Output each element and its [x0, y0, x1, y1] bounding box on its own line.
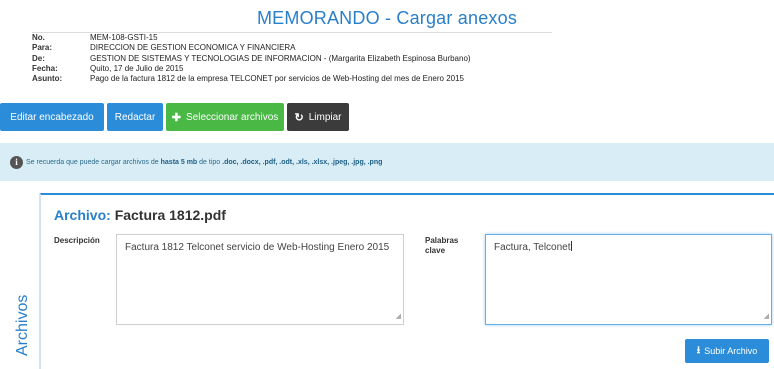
- memo-value: MEM-108-GSTI-15: [90, 33, 158, 42]
- memo-header: No. MEM-108-GSTI-15 Para: DIRECCION DE G…: [32, 32, 552, 84]
- alert-size: hasta 5 mb: [160, 158, 198, 166]
- alert-types: .doc, .docx, .pdf, .odt, .xls, .xlsx, .j…: [222, 158, 383, 166]
- memo-label: No.: [32, 33, 45, 42]
- text-caret: [570, 241, 572, 251]
- refresh-icon: ↻: [294, 111, 304, 124]
- file-name: Factura 1812.pdf: [114, 207, 226, 223]
- description-value: Factura 1812 Telconet servicio de Web-Ho…: [125, 242, 390, 253]
- clear-label: Limpiar: [308, 111, 342, 123]
- file-title-prefix: Archivo:: [54, 207, 111, 223]
- file-title: Archivo: Factura 1812.pdf: [54, 207, 226, 223]
- memo-row-number: No. MEM-108-GSTI-15: [32, 33, 552, 43]
- keywords-label-line1: Palabras: [425, 236, 459, 245]
- upload-file-button[interactable]: ⭳ Subir Archivo: [685, 339, 769, 363]
- memo-value: DIRECCION DE GESTION ECONOMICA Y FINANCI…: [90, 43, 296, 53]
- memo-row-to: Para: DIRECCION DE GESTION ECONOMICA Y F…: [32, 43, 552, 53]
- alert-middle: de tipo: [197, 158, 223, 166]
- memo-value: Pago de la factura 1812 de la empresa TE…: [90, 74, 464, 84]
- memo-value: GESTION DE SISTEMAS Y TECNOLOGIAS DE INF…: [90, 53, 471, 63]
- memo-value: Quito, 17 de Julio de 2015: [90, 63, 184, 73]
- keywords-textarea[interactable]: Factura, Telconet ◢: [485, 234, 772, 325]
- memo-label: De:: [32, 53, 45, 63]
- memo-label: Para:: [32, 43, 53, 53]
- keywords-value: Factura, Telconet: [494, 242, 571, 253]
- info-alert: i Se recuerda que puede cargar archivos …: [0, 143, 774, 181]
- redact-button[interactable]: Redactar: [107, 103, 163, 131]
- memo-row-date: Fecha: Quito, 17 de Julio de 2015: [32, 64, 552, 74]
- memo-label: Fecha:: [32, 63, 58, 73]
- side-section-label: Archivos: [14, 294, 31, 356]
- toolbar: Editar encabezado Redactar ✚ Seleccionar…: [0, 103, 349, 131]
- edit-header-button[interactable]: Editar encabezado: [0, 103, 104, 131]
- page-title: MEMORANDO - Cargar anexos: [256, 8, 518, 28]
- select-files-label: Seleccionar archivos: [185, 111, 279, 123]
- keywords-label: Palabras clave: [425, 236, 458, 256]
- alert-text: Se recuerda que puede cargar archivos de…: [26, 159, 382, 166]
- info-icon: i: [10, 155, 23, 169]
- memo-row-subject: Asunto: Pago de la factura 1812 de la em…: [32, 74, 552, 84]
- clear-button[interactable]: ↻ Limpiar: [287, 103, 349, 131]
- redact-label: Redactar: [114, 111, 156, 123]
- alert-prefix: Se recuerda que puede cargar archivos de: [26, 158, 161, 166]
- resize-grip-icon[interactable]: ◢: [396, 310, 401, 323]
- description-label: Descripción: [54, 236, 100, 245]
- edit-header-label: Editar encabezado: [10, 111, 94, 123]
- memo-label: Asunto:: [32, 74, 63, 84]
- keywords-label-line2: clave: [425, 246, 446, 255]
- plus-icon: ✚: [171, 111, 181, 124]
- upload-label: Subir Archivo: [704, 346, 758, 356]
- resize-grip-icon[interactable]: ◢: [764, 310, 769, 323]
- memo-row-from: De: GESTION DE SISTEMAS Y TECNOLOGIAS DE…: [32, 54, 552, 64]
- upload-icon: ⭳: [696, 344, 701, 356]
- select-files-button[interactable]: ✚ Seleccionar archivos: [166, 103, 284, 131]
- description-textarea[interactable]: Factura 1812 Telconet servicio de Web-Ho…: [116, 234, 404, 325]
